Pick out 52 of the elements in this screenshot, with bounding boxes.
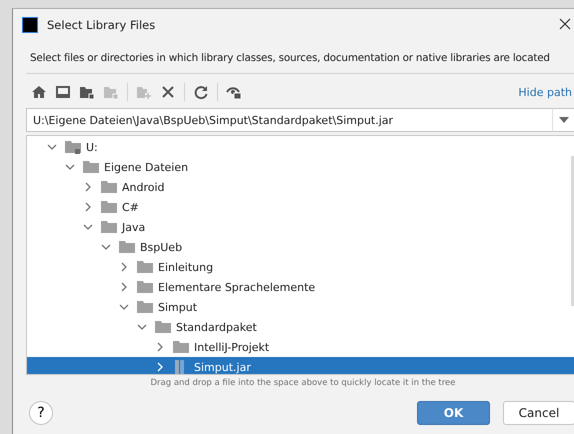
- help-button[interactable]: ?: [29, 401, 53, 425]
- tree-item-label: BspUeb: [140, 240, 182, 254]
- tree-item[interactable]: C#: [27, 197, 574, 217]
- monitor-icon[interactable]: [55, 84, 71, 100]
- folder-icon: [137, 300, 153, 314]
- ok-button[interactable]: OK: [417, 401, 490, 425]
- folder-icon: [83, 160, 99, 174]
- tree-item[interactable]: Simput.jar: [27, 357, 574, 374]
- description-text: Select files or directories in which library classes, sources, documentation or native libraries are located: [29, 51, 551, 66]
- tree-item-label: U:: [86, 140, 98, 154]
- folder-icon: [137, 280, 153, 294]
- folder-icon: [119, 240, 135, 254]
- tree-item-label: Standardpaket: [176, 320, 257, 334]
- tree-item[interactable]: Android: [27, 177, 574, 197]
- close-icon[interactable]: [558, 17, 572, 31]
- hide-path-link[interactable]: Hide path: [518, 86, 572, 98]
- folder-icon[interactable]: [79, 84, 95, 100]
- tree-item[interactable]: Eigene Dateien: [27, 157, 574, 177]
- tree-item-label: Eigene Dateien: [104, 160, 188, 174]
- tree-item-label: Simput: [158, 300, 198, 314]
- tree-item-label: C#: [122, 200, 139, 214]
- folder-icon: [137, 260, 153, 274]
- dropdown-arrow-icon: [559, 117, 569, 123]
- tree-item[interactable]: Elementare Sprachelemente: [27, 277, 574, 297]
- tree-item-label: Simput.jar: [194, 360, 251, 374]
- tree-item[interactable]: U:: [27, 137, 574, 157]
- folder-icon: [155, 320, 171, 334]
- tree-item[interactable]: Standardpaket: [27, 317, 574, 337]
- tree-item-label: IntelliJ-Projekt: [194, 340, 270, 354]
- app-logo-icon: [22, 16, 38, 32]
- tree-item[interactable]: IntelliJ-Projekt: [27, 337, 574, 357]
- tree-item-label: Elementare Sprachelemente: [158, 280, 316, 294]
- dropdown-button[interactable]: [552, 108, 574, 132]
- home-icon[interactable]: [31, 84, 47, 100]
- path-field[interactable]: U:\Eigene Dateien\Java\BspUeb\Simput\Standardpaket\Simput.jar: [26, 108, 552, 132]
- folder-icon: [101, 180, 117, 194]
- folder-icon: [101, 200, 117, 214]
- folder-icon: [101, 220, 117, 234]
- cancel-button[interactable]: Cancel: [503, 401, 574, 425]
- tree-item[interactable]: Simput: [27, 297, 574, 317]
- window-title: Select Library Files: [47, 18, 156, 32]
- drive-icon: [65, 140, 81, 154]
- folder-icon: [173, 340, 189, 354]
- hint-text: Drag and drop a file into the space above to quickly locate it in the tree: [149, 377, 456, 388]
- refresh-icon[interactable]: [193, 84, 209, 100]
- tree-item-label: Java: [122, 220, 146, 234]
- tree-item[interactable]: Java: [27, 217, 574, 237]
- tree-item-label: Einleitung: [158, 260, 214, 274]
- delete-icon[interactable]: [160, 84, 176, 100]
- tree-item-label: Android: [122, 180, 165, 194]
- tree-item[interactable]: Einleitung: [27, 257, 574, 277]
- tree-item[interactable]: BspUeb: [27, 237, 574, 257]
